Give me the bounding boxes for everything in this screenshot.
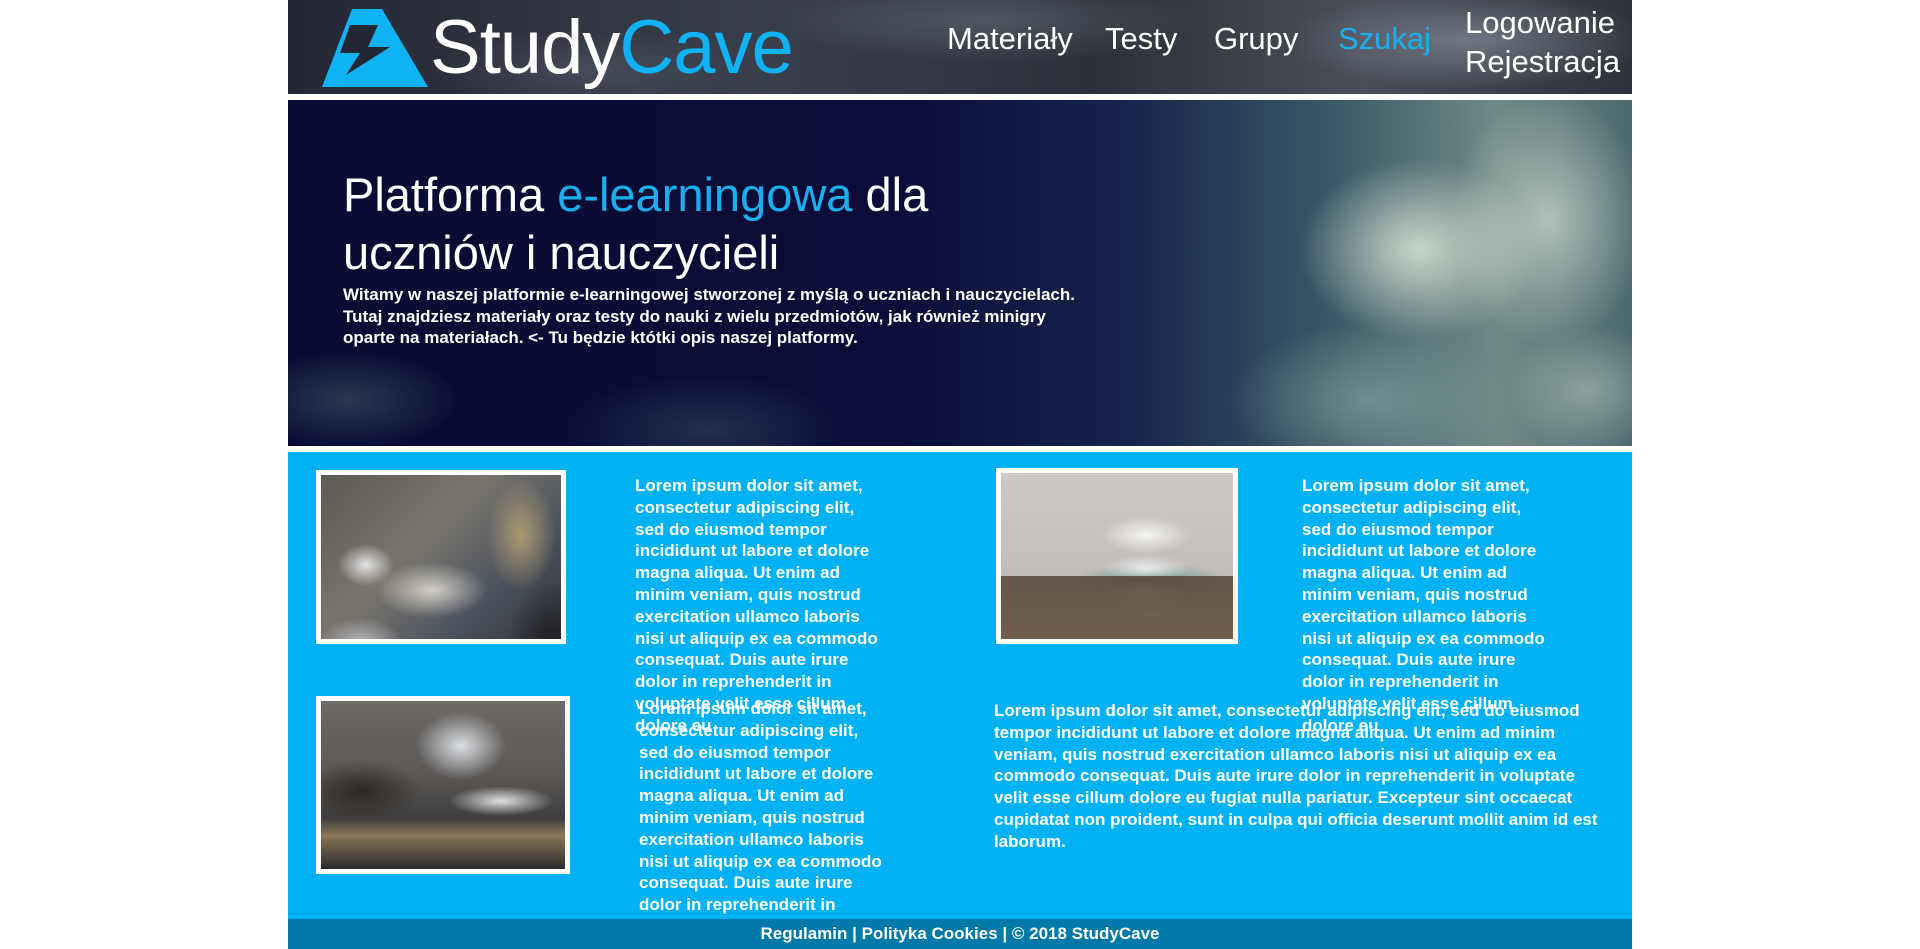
footer-copyright: © 2018 StudyCave	[1011, 924, 1160, 943]
logo-text-cave: Cave	[619, 5, 793, 90]
hero-description: Witamy w naszej platformie e-learningowe…	[343, 285, 1075, 347]
nav-szukaj[interactable]: Szukaj	[1338, 21, 1431, 57]
hero-title: Platforma e-learningowa dla uczniów i na…	[343, 166, 1043, 282]
card-text-3: Lorem ipsum dolor sit amet, consectetur …	[639, 699, 882, 949]
content-section: Lorem ipsum dolor sit amet, consectetur …	[288, 452, 1632, 949]
hero-title-accent: e-learningowa	[557, 168, 853, 221]
wide-text-block: Lorem ipsum dolor sit amet, consectetur …	[994, 701, 1598, 851]
card-image-laptop	[316, 696, 570, 874]
page: StudyCave Materiały Testy Grupy Szukaj L…	[288, 0, 1632, 949]
card-image-books	[996, 468, 1238, 644]
footer-link-regulamin[interactable]: Regulamin	[760, 924, 847, 943]
card-image-students	[316, 470, 566, 644]
nav-testy[interactable]: Testy	[1105, 21, 1177, 57]
card-text-2: Lorem ipsum dolor sit amet, consectetur …	[1302, 476, 1545, 735]
nav-logowanie[interactable]: Logowanie	[1465, 5, 1615, 41]
logo-text: StudyCave	[430, 5, 794, 90]
site-header: StudyCave Materiały Testy Grupy Szukaj L…	[288, 0, 1632, 94]
logo-text-study: Study	[430, 5, 620, 90]
hero-banner: Platforma e-learningowa dla uczniów i na…	[288, 100, 1632, 446]
hero-title-part1: Platforma	[343, 168, 558, 221]
footer-link-cookies[interactable]: Polityka Cookies	[862, 924, 998, 943]
logo[interactable]: StudyCave	[322, 5, 794, 90]
footer-separator: |	[997, 924, 1012, 943]
nav-materialy[interactable]: Materiały	[947, 21, 1073, 57]
nav-rejestracja[interactable]: Rejestracja	[1465, 44, 1620, 80]
site-footer: Regulamin | Polityka Cookies | © 2018 St…	[288, 919, 1632, 949]
footer-separator: |	[847, 924, 862, 943]
logo-icon	[322, 9, 428, 87]
nav-grupy[interactable]: Grupy	[1214, 21, 1298, 57]
